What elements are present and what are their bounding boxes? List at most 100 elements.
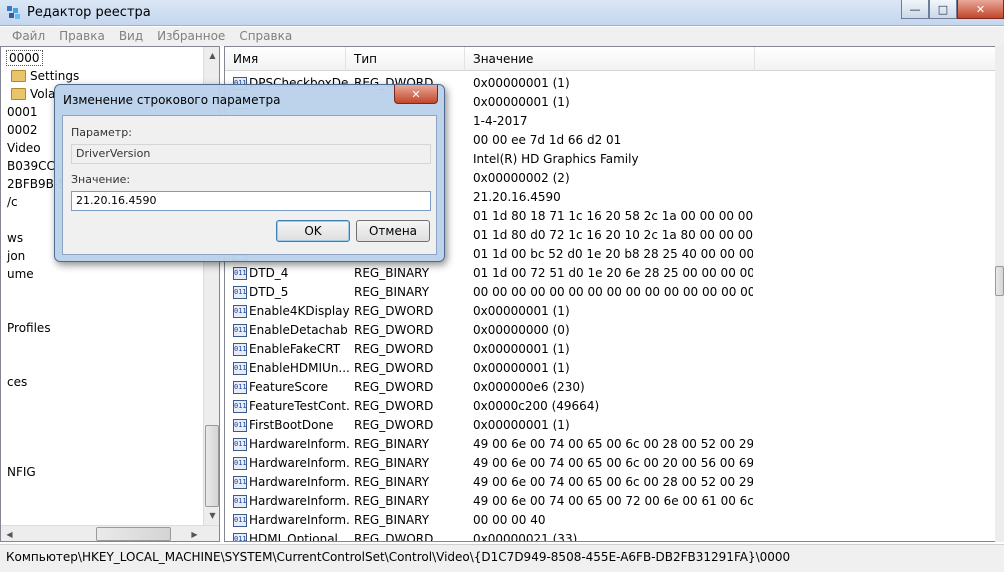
value-row[interactable]: 011 HDMI_Optional... REG_DWORD 0x00000021 (…	[225, 530, 995, 542]
tree-item[interactable]: 0001	[7, 103, 38, 121]
list-header: Имя Тип Значение	[225, 47, 1003, 71]
value-row[interactable]: 011 FeatureScore REG_DWORD 0x000000e6 (230)	[225, 378, 995, 397]
value-type: REG_DWORD	[354, 361, 434, 375]
param-name-field: DriverVersion	[71, 144, 431, 164]
value-data-field[interactable]: 21.20.16.4590	[71, 191, 431, 211]
tree-item[interactable]: ces	[7, 373, 27, 391]
value-row[interactable]: 011 EnableHDMIUn... REG_DWORD 0x00000001 (1…	[225, 359, 995, 378]
tree-item[interactable]: NFIG	[7, 463, 36, 481]
close-button[interactable]: ✕	[957, 0, 1004, 19]
binary-value-icon: 011	[233, 514, 247, 527]
value-type: REG_DWORD	[354, 323, 434, 337]
menu-help[interactable]: Справка	[232, 27, 299, 46]
list-vertical-scrollbar[interactable]	[995, 46, 1004, 542]
tree-horizontal-scrollbar[interactable]: ◀ ▶	[1, 525, 219, 541]
value-data: 01 1d 00 72 51 d0 1e 20 6e 28 25 00 00 0…	[473, 266, 753, 280]
column-value-header[interactable]: Значение	[465, 47, 755, 71]
regedit-icon	[7, 6, 20, 19]
binary-value-icon: 011	[233, 267, 247, 280]
tree-item-label: /c	[7, 195, 18, 209]
tree-item[interactable]: 0000	[6, 49, 43, 67]
menu-file[interactable]: Файл	[5, 27, 52, 46]
list-vscroll-thumb[interactable]	[995, 266, 1004, 296]
value-name: FeatureScore	[249, 380, 328, 394]
value-data: 49 00 6e 00 74 00 65 00 72 00 6e 00 61 0…	[473, 494, 753, 508]
tree-item[interactable]: /c	[7, 193, 18, 211]
ok-button[interactable]: OK	[276, 220, 350, 242]
value-row[interactable]: 011 HardwareInform... REG_BINARY 49 00 6e 0…	[225, 473, 995, 492]
value-data: Intel(R) HD Graphics Family	[473, 152, 639, 166]
minimize-button[interactable]: —	[901, 0, 929, 19]
maximize-button[interactable]: □	[929, 0, 957, 19]
tree-item[interactable]: jon	[7, 247, 25, 265]
menu-bar: Файл Правка Вид Избранное Справка	[0, 27, 1004, 46]
tree-item[interactable]: Profiles	[7, 319, 51, 337]
value-row[interactable]: 011 EnableDetachab... REG_DWORD 0x00000000 …	[225, 321, 995, 340]
value-name: HardwareInform...	[249, 475, 349, 489]
tree-item[interactable]: ws	[7, 229, 23, 247]
menu-favorites[interactable]: Избранное	[150, 27, 232, 46]
value-row[interactable]: 011 HardwareInform... REG_BINARY 49 00 6e 0…	[225, 492, 995, 511]
scroll-right-icon[interactable]: ▶	[186, 526, 203, 541]
dialog-title: Изменение строкового параметра	[63, 93, 281, 107]
value-row[interactable]: 011 HardwareInform... REG_BINARY 00 00 00 4…	[225, 511, 995, 530]
scroll-down-icon[interactable]: ▼	[204, 507, 219, 524]
value-row[interactable]: 011 DTD_5 REG_BINARY 00 00 00 00 00 00 00 0…	[225, 283, 995, 302]
value-type: REG_DWORD	[354, 380, 434, 394]
binary-value-icon: 011	[233, 286, 247, 299]
binary-value-icon: 011	[233, 438, 247, 451]
value-row[interactable]: 011 FirstBootDone REG_DWORD 0x00000001 (1)	[225, 416, 995, 435]
value-data: 00 00 00 40	[473, 513, 546, 527]
value-row[interactable]: 011 HardwareInform... REG_BINARY 49 00 6e 0…	[225, 454, 995, 473]
column-type-header[interactable]: Тип	[346, 47, 465, 71]
value-row[interactable]: 011 Enable4KDisplay REG_DWORD 0x00000001 (1…	[225, 302, 995, 321]
value-name: HardwareInform...	[249, 513, 349, 527]
value-data: 01 1d 80 18 71 1c 16 20 58 2c 1a 00 00 0…	[473, 209, 753, 223]
value-type: REG_BINARY	[354, 285, 430, 299]
value-type: REG_BINARY	[354, 266, 430, 280]
menu-edit[interactable]: Правка	[52, 27, 112, 46]
tree-hscroll-thumb[interactable]	[96, 527, 171, 541]
tree-item[interactable]: B039CC-	[7, 157, 59, 175]
value-type: REG_DWORD	[354, 532, 434, 542]
value-type: REG_BINARY	[354, 475, 430, 489]
tree-item-label: B039CC-	[7, 159, 60, 173]
value-label: Значение:	[71, 173, 131, 186]
value-data: 0x00000002 (2)	[473, 171, 570, 185]
value-type: REG_DWORD	[354, 342, 434, 356]
scroll-up-icon[interactable]: ▲	[204, 47, 219, 64]
value-data: 49 00 6e 00 74 00 65 00 6c 00 20 00 56 0…	[473, 456, 753, 470]
tree-item-label: ces	[7, 375, 28, 389]
scroll-left-icon[interactable]: ◀	[1, 526, 18, 541]
tree-vscroll-thumb[interactable]	[205, 425, 219, 507]
value-data: 0x00000001 (1)	[473, 342, 570, 356]
tree-item-label: 0000	[6, 50, 43, 66]
value-row[interactable]: 011 EnableFakeCRT REG_DWORD 0x00000001 (1)	[225, 340, 995, 359]
folder-icon	[11, 70, 26, 82]
value-row[interactable]: 011 DTD_4 REG_BINARY 01 1d 00 72 51 d0 1e 2…	[225, 264, 995, 283]
value-row[interactable]: 011 HardwareInform... REG_BINARY 49 00 6e 0…	[225, 435, 995, 454]
folder-icon	[11, 88, 26, 100]
value-name: FeatureTestCont...	[249, 399, 349, 413]
cancel-button[interactable]: Отмена	[356, 220, 430, 242]
menu-view[interactable]: Вид	[112, 27, 150, 46]
value-data: 0x0000c200 (49664)	[473, 399, 600, 413]
value-data: 01 1d 00 bc 52 d0 1e 20 b8 28 25 40 00 0…	[473, 247, 753, 261]
dialog-body: Параметр: DriverVersion Значение: 21.20.…	[62, 115, 437, 255]
value-row[interactable]: 011 FeatureTestCont... REG_DWORD 0x0000c200…	[225, 397, 995, 416]
tree-item[interactable]: 0002	[7, 121, 38, 139]
tree-item[interactable]: Vola	[11, 85, 55, 103]
dialog-close-button[interactable]: ✕	[394, 85, 438, 104]
tree-item-label: 0002	[7, 123, 38, 137]
minimize-icon: —	[909, 2, 921, 16]
tree-item-label: Video	[7, 141, 41, 155]
tree-item[interactable]: Video	[7, 139, 41, 157]
tree-item[interactable]: Settings	[11, 67, 79, 85]
value-name: Enable4KDisplay	[249, 304, 349, 318]
column-name-header[interactable]: Имя	[225, 47, 346, 71]
tree-item[interactable]: ume	[7, 265, 34, 283]
value-data: 1-4-2017	[473, 114, 528, 128]
tree-item-label: Settings	[30, 69, 80, 83]
binary-value-icon: 011	[233, 476, 247, 489]
value-type: REG_DWORD	[354, 418, 434, 432]
